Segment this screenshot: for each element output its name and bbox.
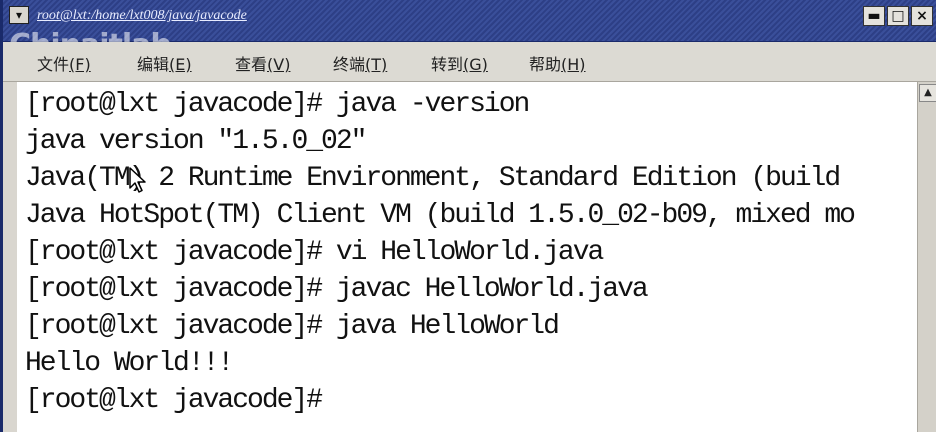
- menu-edit[interactable]: 编辑(E): [137, 51, 192, 75]
- close-button[interactable]: ×: [911, 6, 933, 26]
- menu-terminal[interactable]: 终端(T): [333, 51, 387, 75]
- chevron-down-icon[interactable]: ▾: [9, 6, 29, 24]
- terminal-line: Hello World!!!: [25, 348, 234, 379]
- vertical-scrollbar[interactable]: ▲: [917, 82, 936, 432]
- window-title: root@lxt:/home/lxt008/java/javacode: [37, 8, 247, 23]
- menu-edit-accel: (E): [169, 55, 192, 74]
- menu-view-accel: (V): [267, 55, 291, 74]
- minimize-button[interactable]: ▬: [863, 6, 885, 26]
- terminal-line: [root@lxt javacode]# java -version: [25, 89, 530, 120]
- terminal-line: [root@lxt javacode]# java HelloWorld: [25, 311, 560, 342]
- menu-terminal-accel: (T): [365, 55, 388, 74]
- menu-help[interactable]: 帮助(H): [529, 51, 586, 75]
- menu-edit-label: 编辑: [137, 55, 170, 74]
- menu-help-accel: (H): [561, 55, 586, 74]
- menu-goto-label: 转到: [431, 55, 464, 74]
- menu-goto[interactable]: 转到(G): [431, 51, 488, 75]
- terminal-line: [root@lxt javacode]# vi HelloWorld.java: [25, 237, 604, 268]
- mouse-pointer-icon: [129, 167, 146, 193]
- terminal-line: [root@lxt javacode]#: [25, 385, 323, 416]
- menu-view[interactable]: 查看(V): [235, 51, 290, 75]
- terminal-window: ▾ root@lxt:/home/lxt008/java/javacode ▬ …: [0, 0, 936, 432]
- title-bar[interactable]: ▾ root@lxt:/home/lxt008/java/javacode ▬ …: [3, 0, 936, 42]
- menu-file[interactable]: 文件(F): [37, 51, 91, 75]
- terminal-line: [root@lxt javacode]# javac HelloWorld.ja…: [25, 274, 649, 305]
- terminal-line: Java(TM) 2 Runtime Environment, Standard…: [25, 163, 841, 194]
- terminal-line: Java HotSpot(TM) Client VM (build 1.5.0_…: [25, 200, 856, 231]
- maximize-button[interactable]: □: [887, 6, 909, 26]
- menu-help-label: 帮助: [529, 55, 562, 74]
- scroll-up-arrow-icon[interactable]: ▲: [919, 84, 936, 102]
- menu-bar: 文件(F) 编辑(E) 查看(V) 终端(T) 转到(G) 帮助(H): [3, 42, 936, 82]
- menu-view-label: 查看: [235, 55, 268, 74]
- menu-file-label: 文件: [37, 55, 70, 74]
- menu-file-accel: (F): [69, 55, 91, 74]
- menu-goto-accel: (G): [463, 55, 488, 74]
- menu-terminal-label: 终端: [333, 55, 366, 74]
- terminal-output[interactable]: [root@lxt javacode]# java -version java …: [17, 82, 917, 432]
- terminal-line: java version "1.5.0_02": [25, 126, 367, 157]
